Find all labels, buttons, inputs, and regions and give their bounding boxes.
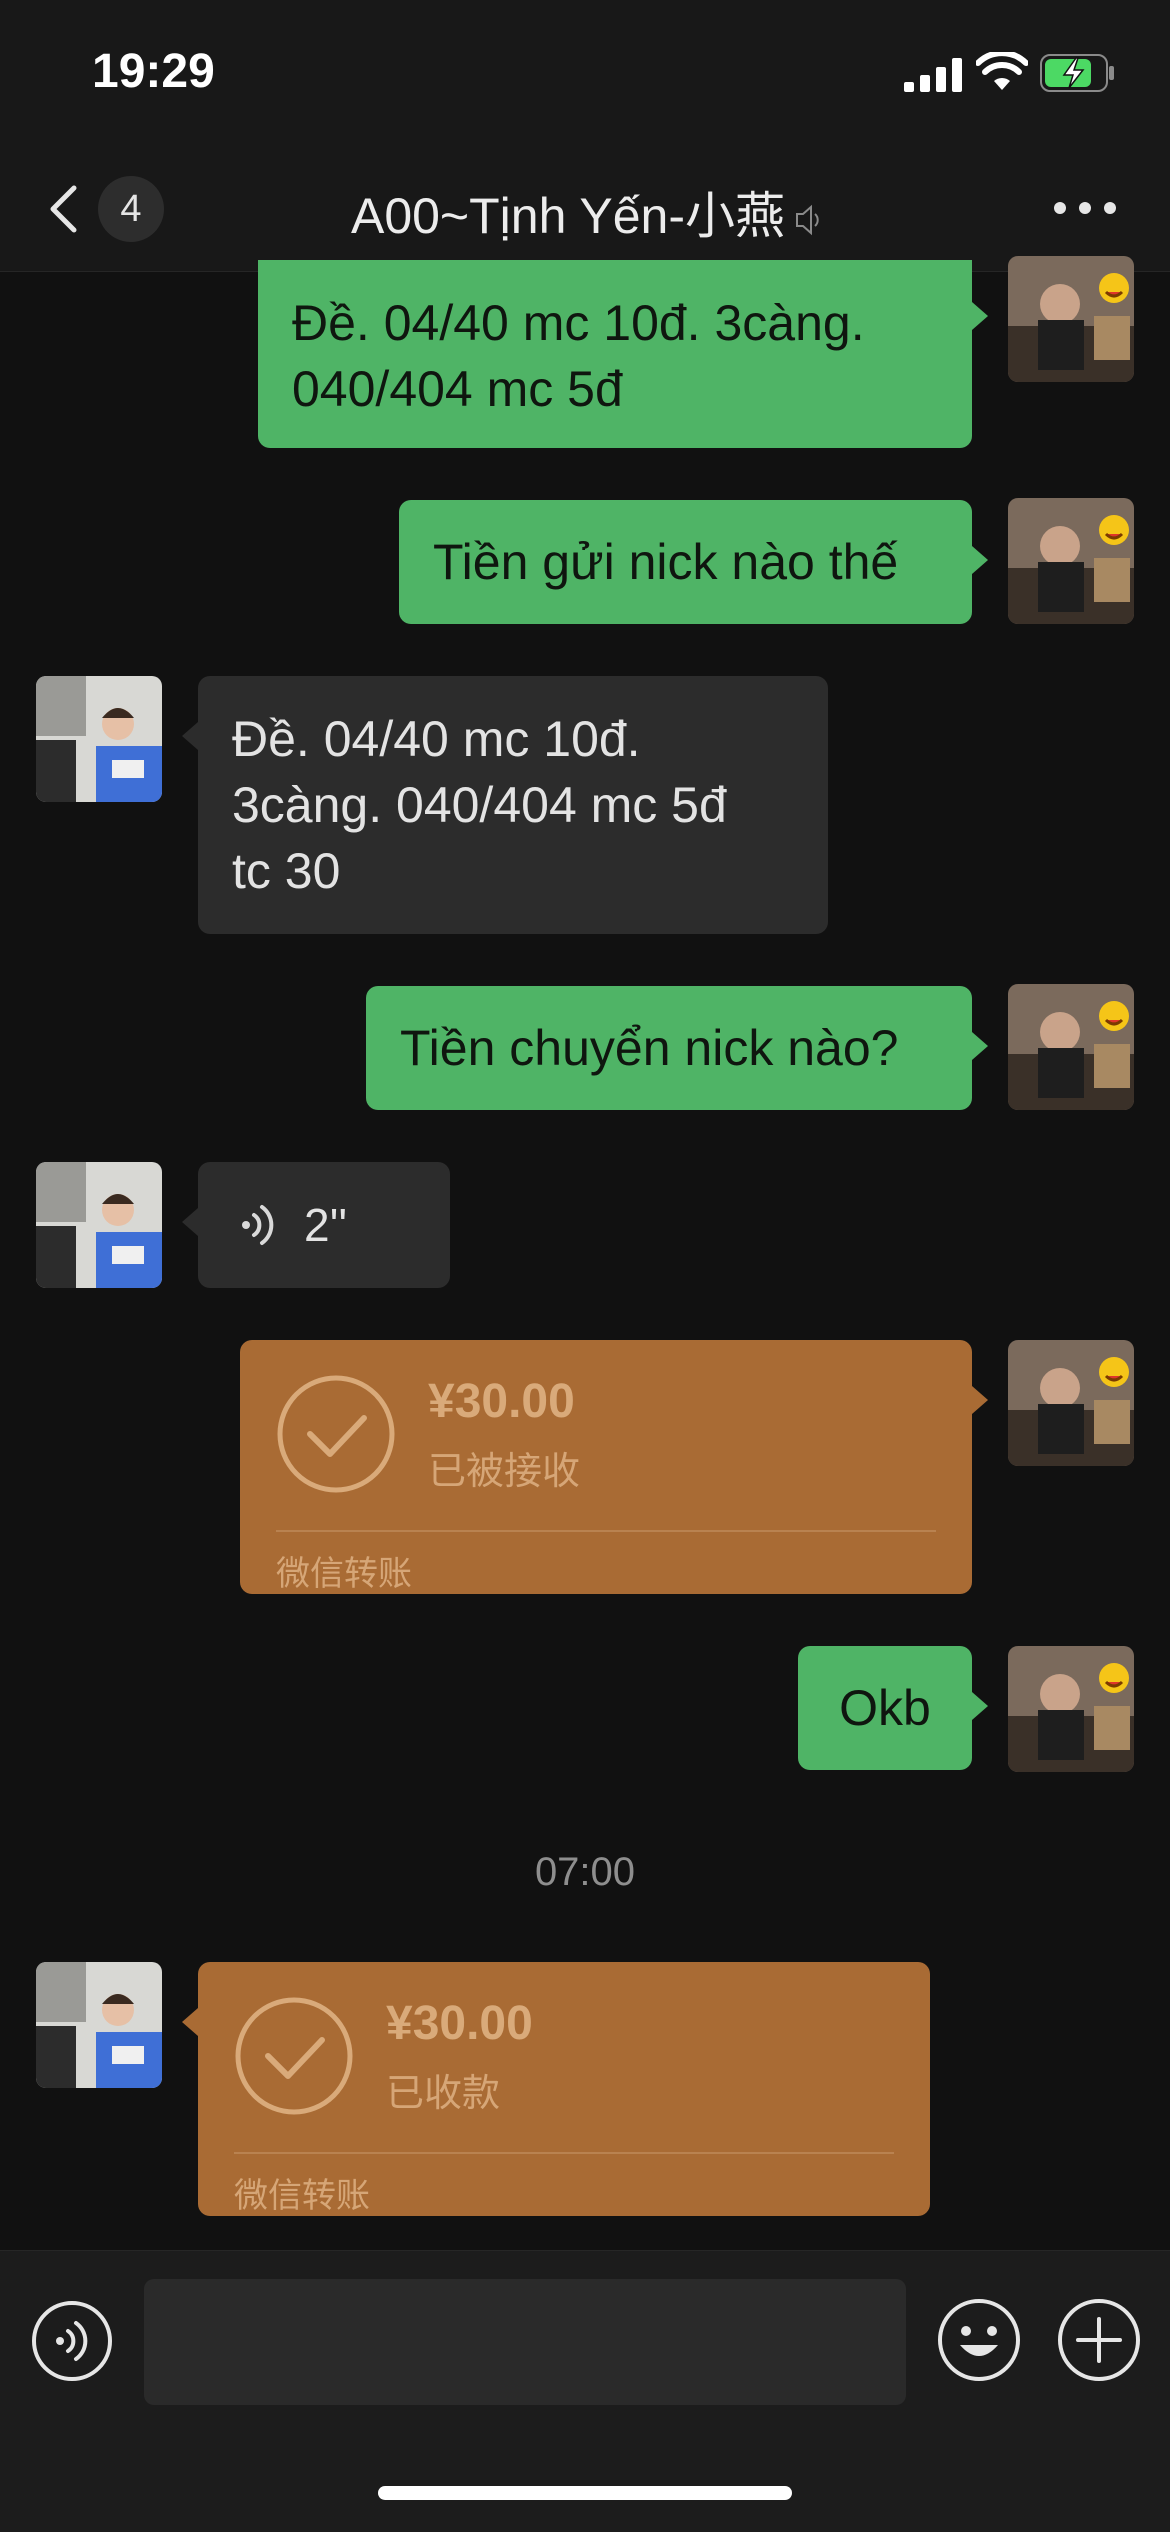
avatar-self[interactable] bbox=[1008, 1646, 1134, 1772]
message-bubble-sent[interactable]: Đề. 04/40 mc 10đ. 3càng. 040/404 mc 5đ bbox=[258, 260, 972, 448]
message-line: Đề. 04/40 mc 10đ. bbox=[232, 711, 641, 767]
bubble-tail bbox=[972, 546, 988, 574]
transfer-brand: 微信转账 bbox=[234, 2177, 370, 2215]
cellular-signal-icon bbox=[904, 58, 962, 92]
message-text: Okb bbox=[839, 1680, 931, 1736]
back-button[interactable]: 4 bbox=[40, 176, 170, 242]
bubble-tail bbox=[182, 2008, 198, 2036]
message-input[interactable] bbox=[144, 2279, 906, 2405]
voice-duration: 2'' bbox=[304, 1199, 348, 1251]
avatar-contact[interactable] bbox=[36, 1962, 162, 2088]
bubble-tail bbox=[972, 1386, 988, 1414]
message-bubble-sent[interactable]: Tiền gửi nick nào thế bbox=[399, 500, 972, 624]
unread-count-badge: 4 bbox=[98, 176, 164, 242]
check-circle-icon bbox=[277, 1375, 395, 1493]
avatar-contact[interactable] bbox=[36, 676, 162, 802]
more-icon[interactable] bbox=[1050, 188, 1120, 228]
bubble-tail bbox=[182, 722, 198, 750]
avatar-self[interactable] bbox=[1008, 498, 1134, 624]
status-time: 19:29 bbox=[92, 45, 215, 98]
message-line: tc 30 bbox=[232, 843, 341, 899]
message-line: Đề. 04/40 mc 10đ. 3càng. bbox=[292, 295, 865, 351]
wifi-icon bbox=[976, 52, 1028, 90]
voice-wave-icon bbox=[242, 1205, 274, 1245]
bubble-tail bbox=[972, 1032, 988, 1060]
message-text: Tiền gửi nick nào thế bbox=[433, 534, 899, 590]
transfer-amount: ¥30.00 bbox=[428, 1375, 575, 1428]
avatar-contact[interactable] bbox=[36, 1162, 162, 1288]
transfer-card-sent[interactable]: ¥30.00 已被接收 微信转账 bbox=[240, 1340, 972, 1594]
home-indicator[interactable] bbox=[378, 2486, 792, 2500]
chat-header: 4 A00~Tịnh Yến-小燕 bbox=[0, 140, 1170, 272]
transfer-status: 已收款 bbox=[386, 2073, 501, 2115]
transfer-divider bbox=[234, 2152, 894, 2154]
avatar-self[interactable] bbox=[1008, 1340, 1134, 1466]
battery-charging-icon bbox=[1040, 54, 1114, 92]
avatar-self[interactable] bbox=[1008, 984, 1134, 1110]
chevron-left-icon bbox=[50, 185, 77, 233]
voice-mode-icon[interactable] bbox=[30, 2299, 114, 2383]
bubble-tail bbox=[972, 302, 988, 330]
plus-icon[interactable] bbox=[1056, 2297, 1142, 2383]
bubble-tail bbox=[182, 1208, 198, 1236]
check-circle-icon bbox=[235, 1997, 353, 2115]
status-bar: 19:29 bbox=[0, 0, 1170, 140]
chat-title: A00~Tịnh Yến-小燕 bbox=[350, 188, 786, 244]
transfer-brand: 微信转账 bbox=[276, 1555, 412, 1593]
transfer-status: 已被接收 bbox=[428, 1451, 581, 1493]
voice-message-bubble[interactable]: 2'' bbox=[198, 1162, 450, 1288]
message-bubble-received[interactable]: Đề. 04/40 mc 10đ. 3càng. 040/404 mc 5đ t… bbox=[198, 676, 828, 934]
transfer-card-received[interactable]: ¥30.00 已收款 微信转账 bbox=[198, 1962, 930, 2216]
message-text: Tiền chuyển nick nào? bbox=[400, 1020, 899, 1076]
bubble-tail bbox=[972, 1692, 988, 1720]
mute-bell-icon bbox=[796, 204, 819, 236]
message-line: 040/404 mc 5đ bbox=[292, 361, 623, 417]
emoji-icon[interactable] bbox=[936, 2297, 1022, 2383]
transfer-divider bbox=[276, 1530, 936, 1532]
message-line: 3càng. 040/404 mc 5đ bbox=[232, 777, 727, 833]
transfer-amount: ¥30.00 bbox=[386, 1997, 533, 2050]
chat-timestamp: 07:00 bbox=[534, 1850, 636, 1894]
avatar-self[interactable] bbox=[1008, 256, 1134, 382]
message-bubble-sent[interactable]: Okb bbox=[798, 1646, 972, 1770]
message-bubble-sent[interactable]: Tiền chuyển nick nào? bbox=[366, 986, 972, 1110]
chat-title-wrapper[interactable]: A00~Tịnh Yến-小燕 bbox=[200, 176, 970, 248]
